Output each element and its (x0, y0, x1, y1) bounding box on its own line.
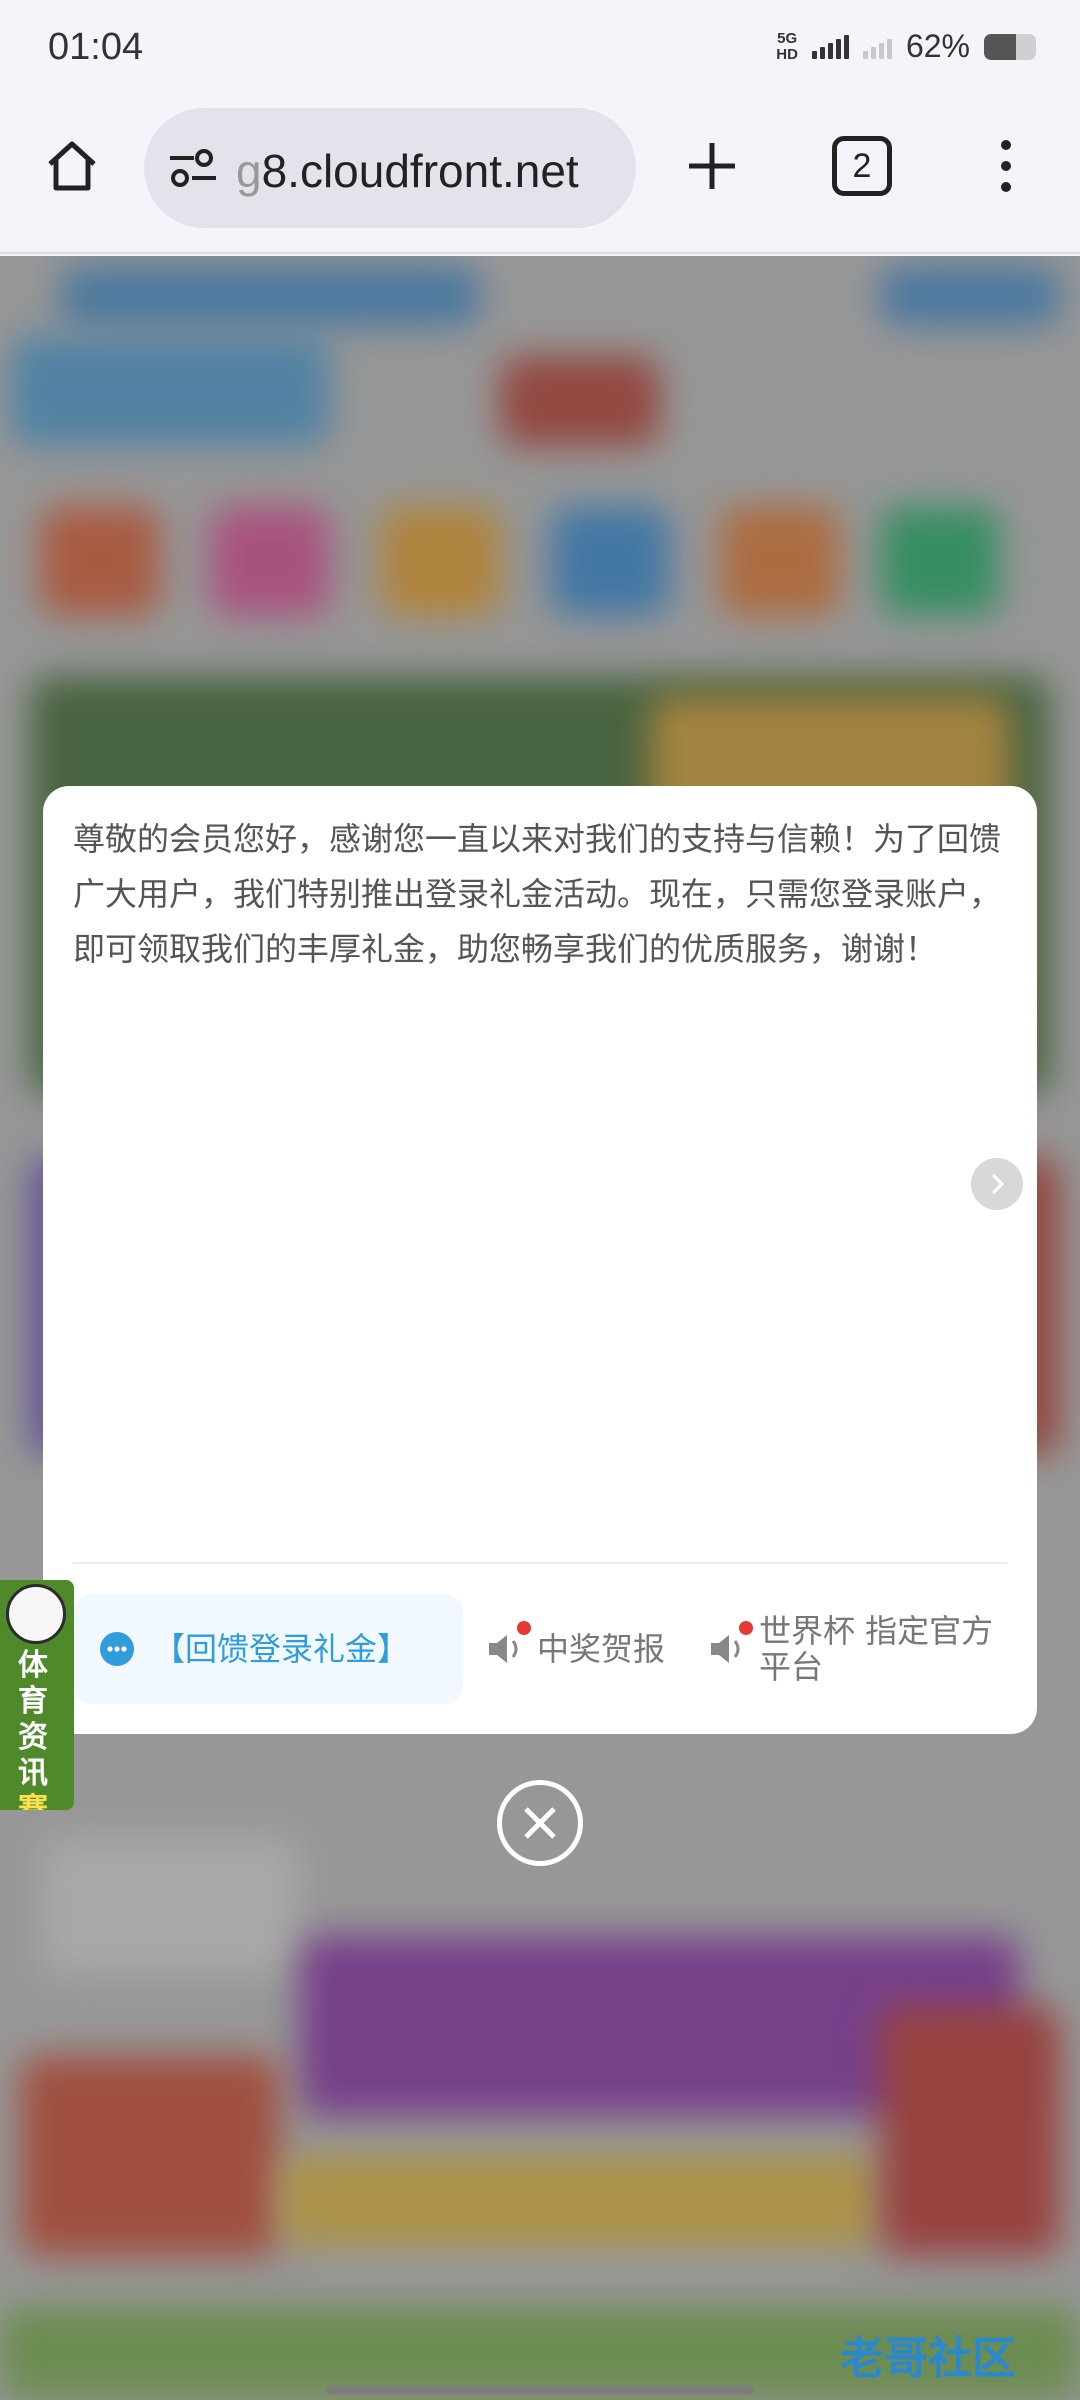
network-type-indicator: 5G HD (776, 29, 798, 63)
watermark: 老哥社区 (840, 2334, 1016, 2383)
dialog-divider (73, 1562, 1007, 1564)
overflow-menu-button[interactable] (976, 136, 1036, 196)
address-bar[interactable]: g8.cloudfront.net (144, 108, 636, 228)
home-button[interactable] (36, 130, 108, 202)
tab-winning-report[interactable]: 中奖贺报 (483, 1594, 683, 1704)
speaker-icon (705, 1621, 753, 1671)
browser-toolbar: g8.cloudfront.net 2 (0, 100, 1080, 254)
next-page-button[interactable] (971, 1158, 1023, 1210)
tab-switcher-button[interactable]: 2 (832, 136, 892, 196)
unread-dot (739, 1621, 753, 1635)
battery-icon (984, 33, 1036, 60)
announcement-dialog: 尊敬的会员您好，感谢您一直以来对我们的支持与信赖！为了回馈广大用户，我们特别推出… (43, 786, 1037, 1734)
sports-live-side-banner[interactable]: 体育 资讯 赛事 直播 (0, 1580, 74, 1810)
signal-strength-icon (811, 34, 849, 59)
overflow-menu-icon (1001, 140, 1011, 150)
signal-strength-secondary-icon (862, 35, 892, 59)
speaker-icon (483, 1621, 531, 1671)
announcement-tabs: 【回馈登录礼金】 中奖贺报 世界杯 指定官方平台 (73, 1594, 1013, 1704)
tab-winning-report-label: 中奖贺报 (537, 1630, 666, 1668)
close-dialog-button[interactable] (497, 1780, 583, 1866)
tab-login-bonus[interactable]: 【回馈登录礼金】 (73, 1594, 463, 1704)
tab-login-bonus-label: 【回馈登录礼金】 (153, 1630, 410, 1668)
status-indicators: 5G HD 62% (776, 28, 1036, 65)
battery-percent: 62% (905, 28, 970, 64)
tab-world-cup-platform-label: 世界杯 指定官方平台 (759, 1612, 994, 1686)
tab-world-cup-platform[interactable]: 世界杯 指定官方平台 (705, 1594, 1025, 1704)
chat-bubble-icon (95, 1627, 139, 1671)
chevron-right-icon (991, 1173, 1005, 1195)
soccer-ball-icon (6, 1584, 66, 1644)
new-tab-icon (689, 143, 735, 189)
site-settings-icon[interactable] (168, 146, 218, 190)
status-bar: 01:04 5G HD 62% (0, 0, 1080, 100)
close-icon (524, 1807, 556, 1839)
url-text[interactable]: g8.cloudfront.net (236, 144, 579, 198)
side-banner-text: 体育 资讯 赛事 直播 (18, 1648, 48, 1810)
new-tab-button[interactable] (676, 130, 748, 202)
status-time: 01:04 (48, 26, 144, 68)
home-icon (48, 141, 96, 191)
dialog-message: 尊敬的会员您好，感谢您一直以来对我们的支持与信赖！为了回馈广大用户，我们特别推出… (73, 820, 1002, 968)
unread-dot (517, 1621, 531, 1635)
gesture-navigation-bar[interactable] (326, 2386, 754, 2394)
